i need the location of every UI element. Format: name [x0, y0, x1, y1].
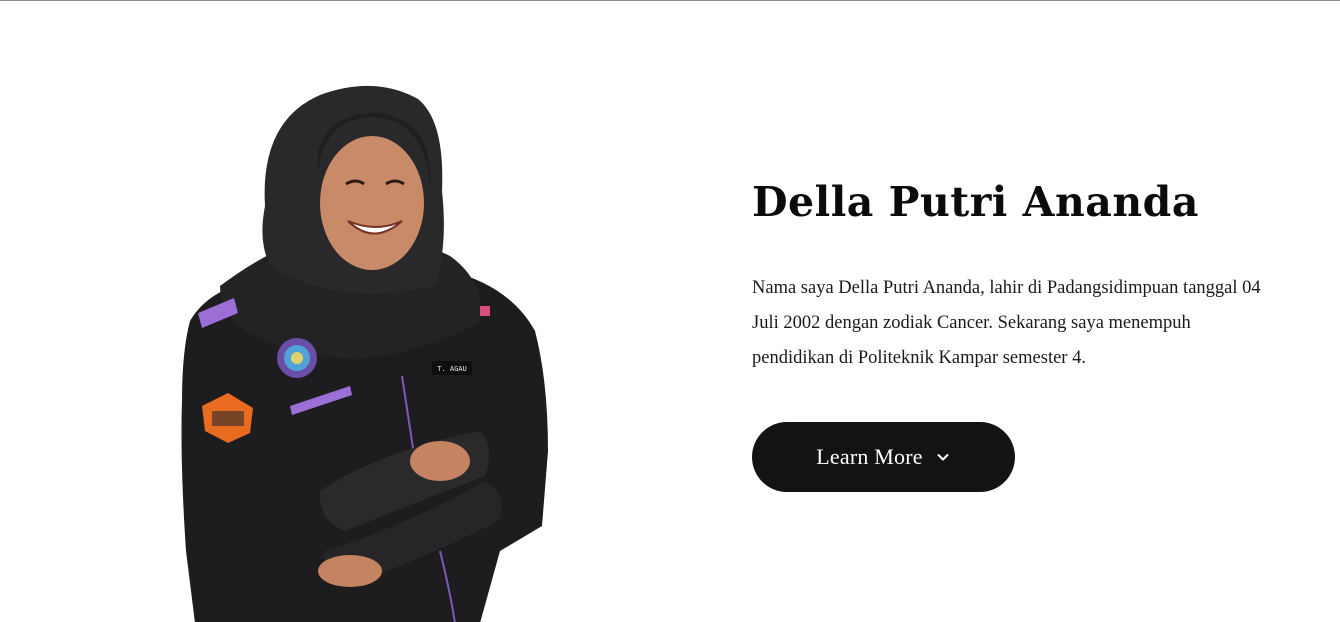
chevron-down-icon [935, 449, 951, 465]
page-title: Della Putri Ananda [752, 178, 1199, 226]
learn-more-button[interactable]: Learn More [752, 422, 1015, 492]
hero-content: Della Putri Ananda Nama saya Della Putri… [752, 173, 1292, 492]
hero-section: T. AGAU Della Putri Ananda Nama saya Del… [0, 1, 1340, 622]
portrait-image: T. AGAU [150, 81, 570, 622]
intro-paragraph: Nama saya Della Putri Ananda, lahir di P… [752, 278, 1261, 368]
learn-more-label: Learn More [816, 444, 923, 469]
name-tag-text: T. AGAU [437, 365, 467, 373]
